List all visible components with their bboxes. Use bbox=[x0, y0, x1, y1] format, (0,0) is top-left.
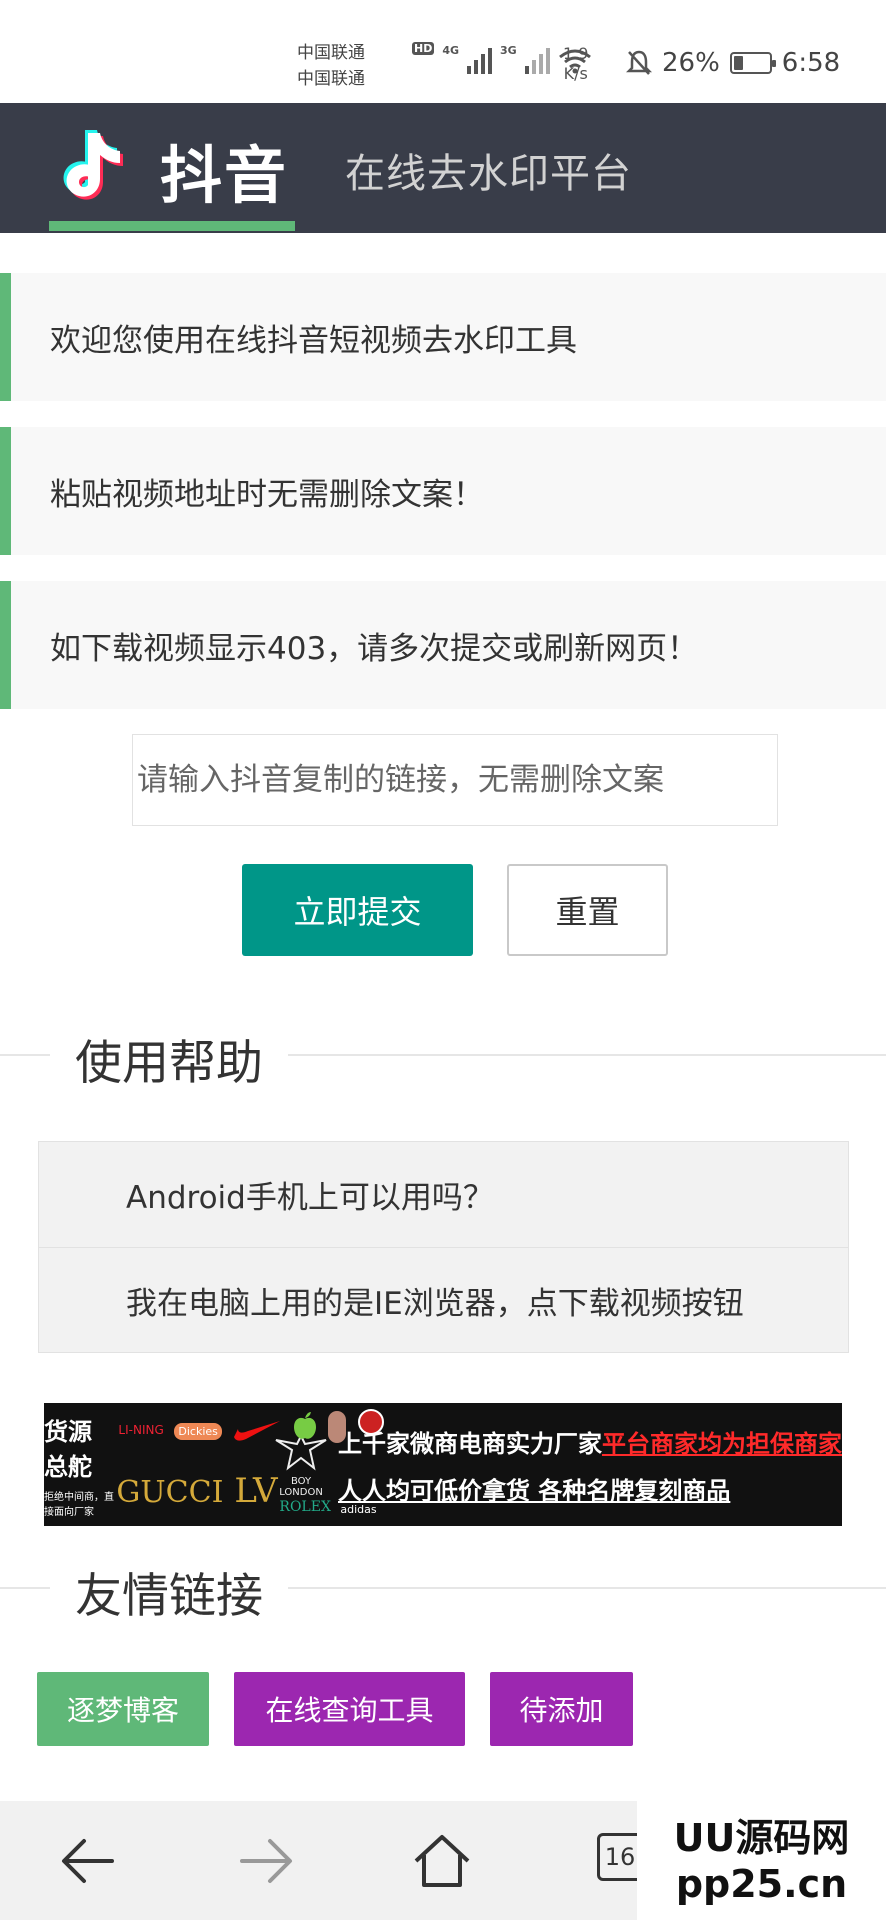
carrier-info: 中国联通 中国联通 bbox=[297, 40, 365, 92]
net-type-2: 3G bbox=[500, 44, 517, 57]
banner-text: 上千家微商电商实力厂家平台商家均为担保商家 人人均可低价拿货 各种名牌复刻商品 bbox=[328, 1403, 842, 1526]
watermark: UU源码网 pp25.cn bbox=[637, 1801, 886, 1920]
carrier-2: 中国联通 bbox=[297, 69, 365, 89]
banner-line-2: 人人均可低价拿货 各种名牌复刻商品 bbox=[338, 1476, 731, 1505]
battery-percent: 26% bbox=[662, 48, 720, 78]
forward-arrow-icon[interactable] bbox=[234, 1829, 298, 1893]
link-to-be-added[interactable]: 待添加 bbox=[490, 1672, 633, 1746]
status-bar: 中国联通 中国联通 HD 4G 3G 1.9 K/s 26% 6:58 bbox=[0, 0, 886, 103]
banner-brand-name: 货源总舵 bbox=[44, 1417, 92, 1481]
banner-line-1-prefix: 上千家微商电商实力厂家 bbox=[338, 1429, 602, 1458]
clock: 6:58 bbox=[781, 48, 841, 78]
link-online-query-tool[interactable]: 在线查询工具 bbox=[234, 1672, 465, 1746]
hd-tag: HD bbox=[412, 42, 435, 55]
battery-fill bbox=[733, 56, 743, 70]
banner-line-1-highlight: 平台商家均为担保商家 bbox=[602, 1429, 842, 1458]
apple-logo-icon bbox=[294, 1412, 317, 1439]
banner-brand-sub: 拒绝中间商，直接面向厂家 bbox=[44, 1491, 114, 1518]
banner-logo-gucci: GUCCI bbox=[116, 1475, 224, 1510]
logo-text[interactable]: 抖音 bbox=[160, 125, 288, 215]
banner-line-1: 上千家微商电商实力厂家平台商家均为担保商家 bbox=[338, 1424, 842, 1459]
site-header: 抖音 在线去水印平台 bbox=[0, 103, 886, 233]
tiktok-logo-icon[interactable] bbox=[48, 111, 148, 211]
banner-brand: 货源总舵 拒绝中间商，直接面向厂家 bbox=[44, 1403, 114, 1526]
banner-logo-boy: BOY LONDON bbox=[279, 1475, 323, 1498]
faq-list: Android手机上可以用吗？ 我在电脑上用的是IE浏览器，点下载视频按钮 bbox=[38, 1141, 849, 1353]
banner-logo-bape-icon bbox=[328, 1411, 347, 1443]
banner-logo-dickies: Dickies bbox=[174, 1423, 222, 1440]
faq-item-android[interactable]: Android手机上可以用吗？ bbox=[39, 1142, 848, 1247]
signal-icon-2 bbox=[524, 44, 550, 74]
watermark-line-2: pp25.cn bbox=[675, 1861, 848, 1906]
carrier-1: 中国联通 bbox=[297, 43, 365, 63]
back-arrow-icon[interactable] bbox=[56, 1829, 120, 1893]
banner-logo-rolex: ROLEX bbox=[279, 1499, 331, 1515]
links-title: 友情链接 bbox=[50, 1557, 288, 1626]
speed-unit: K/s bbox=[563, 64, 588, 83]
banner-logo-lining: LI-NING bbox=[118, 1423, 164, 1437]
ad-banner[interactable]: 货源总舵 拒绝中间商，直接面向厂家 LI-NING Dickies GUCCI … bbox=[44, 1403, 842, 1526]
notice-1: 欢迎您使用在线抖音短视频去水印工具 bbox=[0, 273, 886, 401]
mute-bell-icon bbox=[626, 50, 652, 75]
banner-logo-adidas: adidas bbox=[340, 1503, 377, 1516]
home-icon[interactable] bbox=[410, 1829, 474, 1893]
speed-value: 1.9 bbox=[563, 44, 589, 63]
submit-button[interactable]: 立即提交 bbox=[242, 864, 473, 956]
nike-swoosh-icon bbox=[234, 1421, 281, 1441]
link-zhumeng-blog[interactable]: 逐梦博客 bbox=[37, 1672, 209, 1746]
watermark-line-1: UU源码网 bbox=[673, 1815, 850, 1860]
header-title: 在线去水印平台 bbox=[345, 151, 632, 197]
battery-icon bbox=[729, 52, 776, 74]
banner-brand-logos: LI-NING Dickies GUCCI LV ROLEX adidas bbox=[114, 1403, 385, 1526]
url-input[interactable] bbox=[132, 734, 778, 826]
banner-logo-lv-icon: LV bbox=[234, 1471, 278, 1511]
help-title: 使用帮助 bbox=[50, 1024, 288, 1093]
net-type-1: 4G bbox=[442, 44, 460, 57]
faq-item-ie[interactable]: 我在电脑上用的是IE浏览器，点下载视频按钮 bbox=[39, 1247, 848, 1352]
reset-button[interactable]: 重置 bbox=[507, 864, 668, 956]
signal-icon bbox=[467, 44, 493, 74]
battery-area: 26% 6:58 bbox=[626, 48, 840, 78]
logo-underline bbox=[49, 221, 295, 231]
notice-3: 如下载视频显示403，请多次提交或刷新网页！ bbox=[0, 581, 886, 709]
network-speed: 1.9 K/s bbox=[563, 44, 588, 84]
notice-2: 粘贴视频地址时无需删除文案！ bbox=[0, 427, 886, 555]
